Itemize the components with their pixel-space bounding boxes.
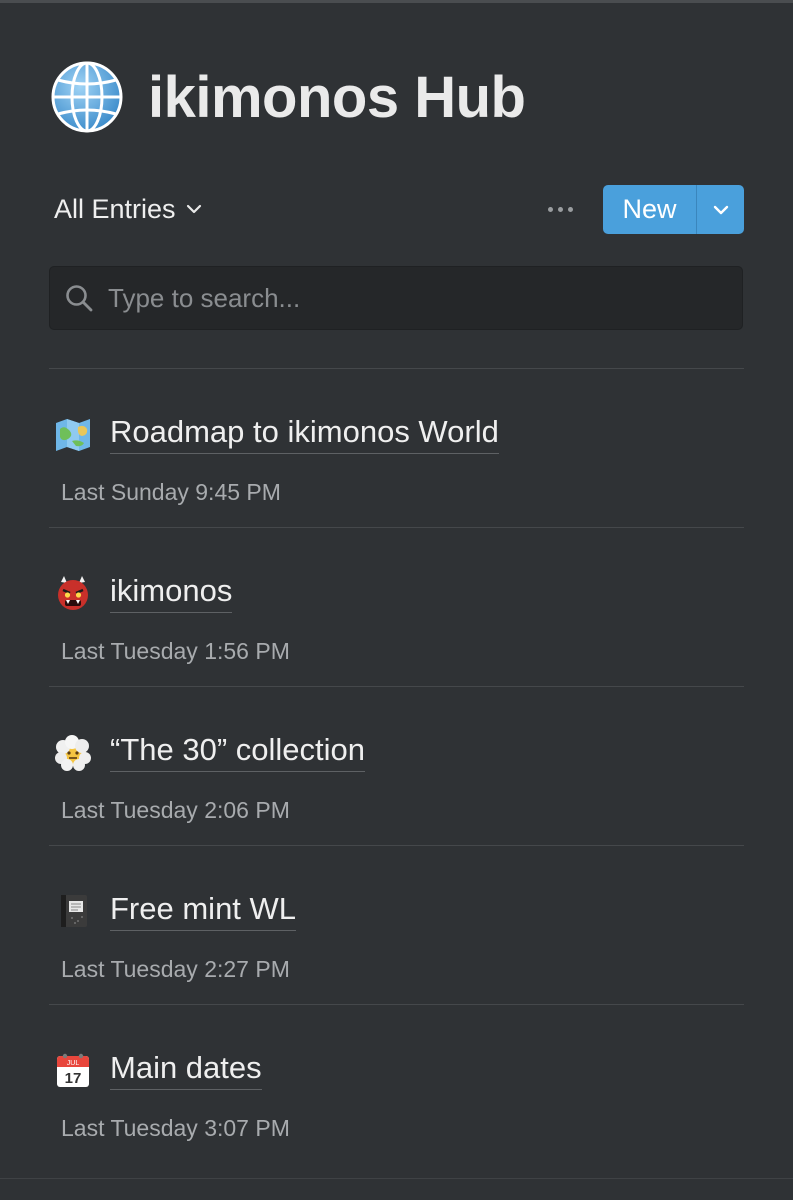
search-input[interactable] [106,277,742,319]
search-box [49,266,743,330]
list-item[interactable]: “The 30” collection Last Tuesday 2:06 PM [49,687,744,845]
search-icon [66,285,93,312]
new-button-group: New [603,185,744,234]
entry-timestamp: Last Tuesday 2:27 PM [61,956,290,982]
toolbar: All Entries New [54,184,744,234]
list-item[interactable]: JUL 17 Main dates Last Tuesday 3:07 PM [49,1005,744,1163]
chevron-down-icon [713,205,728,214]
globe-icon [51,61,123,133]
page-header: ikimonos Hub [50,52,526,142]
entry-title: Roadmap to ikimonos World [110,414,499,454]
face-in-clouds-icon [55,735,91,771]
bottom-divider [0,1178,793,1179]
ogre-icon [58,576,88,610]
entry-title: “The 30” collection [110,732,366,772]
entry-title: Main dates [110,1050,262,1090]
new-dropdown-button[interactable] [697,185,744,234]
view-selector-label: All Entries [54,193,176,224]
list-item[interactable]: Roadmap to ikimonos World Last Sunday 9:… [49,369,744,527]
entry-timestamp: Last Tuesday 1:56 PM [61,638,290,664]
map-icon [56,419,90,451]
top-divider [0,0,793,3]
view-selector[interactable]: All Entries [54,184,202,234]
entries-list: Roadmap to ikimonos World Last Sunday 9:… [49,368,744,1163]
entry-timestamp: Last Tuesday 2:06 PM [61,797,290,823]
entry-title: ikimonos [110,573,233,613]
page-title: ikimonos Hub [148,64,526,130]
entry-title: Free mint WL [110,891,297,931]
list-item[interactable]: Free mint WL Last Tuesday 2:27 PM [49,846,744,1004]
notebook-icon [61,895,87,927]
calendar-icon: JUL 17 [57,1053,89,1087]
entry-timestamp: Last Sunday 9:45 PM [61,479,281,505]
calendar-day-text: 17 [65,1070,82,1087]
more-options-button[interactable] [540,196,580,222]
entry-timestamp: Last Tuesday 3:07 PM [61,1115,290,1141]
new-button[interactable]: New [603,185,696,234]
ellipsis-icon [547,206,553,212]
calendar-month-text: JUL [67,1060,80,1067]
chevron-down-icon [186,204,201,214]
list-item[interactable]: ikimonos Last Tuesday 1:56 PM [49,528,744,686]
